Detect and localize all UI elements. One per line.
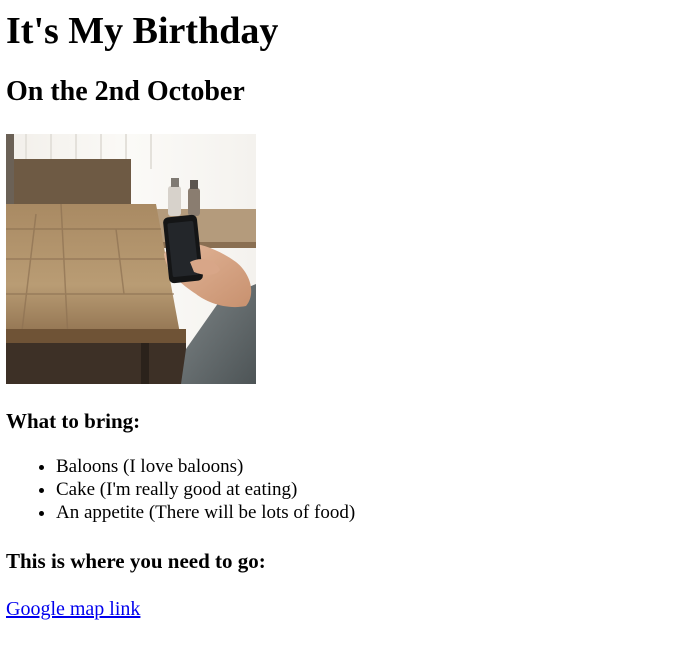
page: It's My Birthday On the 2nd October What… [0,9,675,621]
what-to-bring-heading: What to bring: [6,409,141,433]
list-item: Baloons (I love baloons) [56,455,669,478]
google-map-link[interactable]: Google map link [6,597,140,621]
where-to-go-heading: This is where you need to go: [6,549,266,573]
list-item: Cake (I'm really good at eating) [56,478,669,501]
hand-holding-phone-photo [6,134,256,384]
date-subtitle: On the 2nd October [6,76,245,107]
list-item: An appetite (There will be lots of food) [56,501,669,524]
page-title: It's My Birthday [6,10,279,52]
bring-list: Baloons (I love baloons) Cake (I'm reall… [6,455,669,524]
